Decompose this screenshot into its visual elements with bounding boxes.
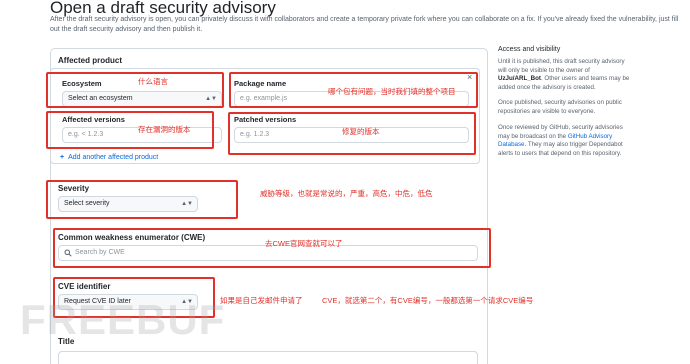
sidebar-review-text: Once reviewed by GitHub, security adviso… [498, 124, 623, 157]
affected-annotation: 存在漏洞的版本 [138, 125, 191, 134]
ecosystem-annotation: 什么语言 [138, 77, 168, 86]
patched-annotation: 修复的版本 [342, 127, 380, 136]
sidebar-visibility-text: Until it is published, this draft securi… [498, 58, 630, 91]
intro-text: After the draft security advisory is ope… [50, 16, 679, 33]
severity-annotation: 威胁等级，也就是常说的，严重，高危，中危，低危 [260, 189, 433, 198]
affected-product-heading: Affected product [58, 56, 122, 65]
add-affected-product-label: Add another affected product [68, 154, 159, 161]
sidebar-public-text: Once published, security advisories on p… [498, 99, 622, 115]
add-affected-product-link[interactable]: + Add another affected product [60, 154, 158, 161]
ecosystem-highlight [46, 72, 224, 108]
package-annotation: 哪个包有问题，当时我们填的整个项目 [328, 87, 456, 96]
severity-highlight [46, 180, 238, 219]
title-input[interactable] [58, 351, 478, 364]
cve-annotation-1: 如果是自己发邮件申请了 [220, 296, 303, 305]
cwe-annotation: 去CWE官网查就可以了 [265, 239, 343, 248]
cve-annotation-2: CVE，就选第二个，有CVE编号，一般都选第一个请求CVE编号 [322, 296, 534, 305]
sidebar-heading: Access and visibility [498, 46, 561, 53]
freebuf-watermark: FREEBUF [20, 296, 226, 343]
repo-owner: UzJu/ARL_Bot [498, 75, 541, 83]
plus-icon: + [60, 154, 65, 161]
